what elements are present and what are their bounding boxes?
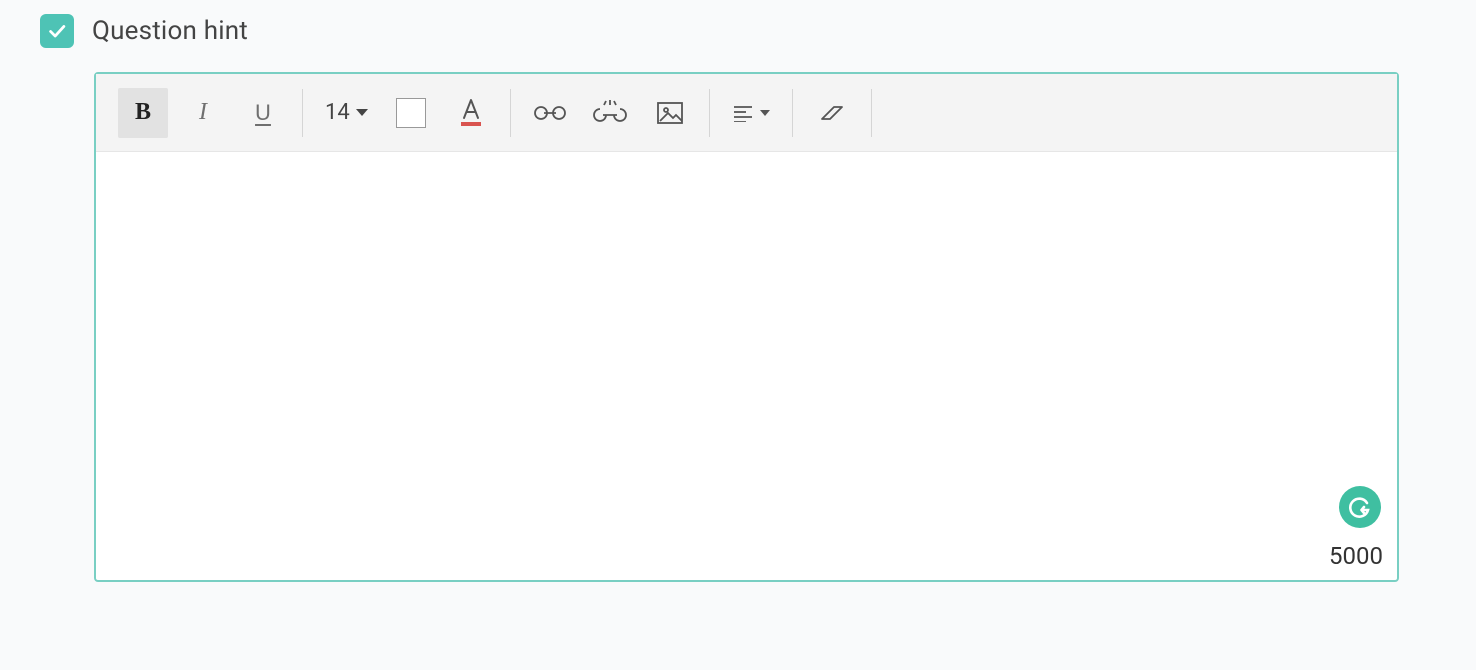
- link-button[interactable]: [525, 88, 575, 138]
- bold-button[interactable]: B: [118, 88, 168, 138]
- caret-down-icon: [356, 109, 368, 116]
- text-color-icon: [457, 98, 485, 128]
- image-icon: [656, 101, 684, 125]
- font-size-value: 14: [325, 100, 350, 125]
- rich-text-editor: B I U 14: [94, 72, 1399, 582]
- clear-formatting-button[interactable]: [807, 88, 857, 138]
- character-limit: 5000: [1329, 542, 1383, 570]
- italic-icon: I: [199, 99, 207, 126]
- toolbar-separator: [510, 89, 511, 137]
- question-hint-label: Question hint: [92, 16, 248, 46]
- toolbar-separator: [302, 89, 303, 137]
- alignment-dropdown[interactable]: [724, 88, 778, 138]
- grammarly-badge[interactable]: [1339, 486, 1381, 528]
- color-swatch-icon: [396, 98, 426, 128]
- editor-toolbar: B I U 14: [96, 74, 1397, 152]
- eraser-icon: [818, 103, 846, 123]
- italic-button[interactable]: I: [178, 88, 228, 138]
- grammarly-icon: [1347, 494, 1373, 520]
- toolbar-separator: [871, 89, 872, 137]
- unlink-button[interactable]: [585, 88, 635, 138]
- link-icon: [534, 103, 566, 123]
- toolbar-separator: [709, 89, 710, 137]
- check-icon: [46, 20, 68, 42]
- question-hint-checkbox[interactable]: [40, 14, 74, 48]
- unlink-icon: [592, 99, 628, 127]
- text-color-button[interactable]: [446, 88, 496, 138]
- underline-button[interactable]: U: [238, 88, 288, 138]
- image-button[interactable]: [645, 88, 695, 138]
- font-size-dropdown[interactable]: 14: [317, 88, 376, 138]
- background-color-button[interactable]: [386, 88, 436, 138]
- editor-content-area[interactable]: [96, 152, 1397, 580]
- bold-icon: B: [135, 99, 151, 126]
- underline-icon: U: [255, 100, 271, 126]
- caret-down-icon: [760, 110, 770, 116]
- section-header: Question hint: [40, 14, 1436, 48]
- toolbar-separator: [792, 89, 793, 137]
- align-left-icon: [732, 104, 754, 122]
